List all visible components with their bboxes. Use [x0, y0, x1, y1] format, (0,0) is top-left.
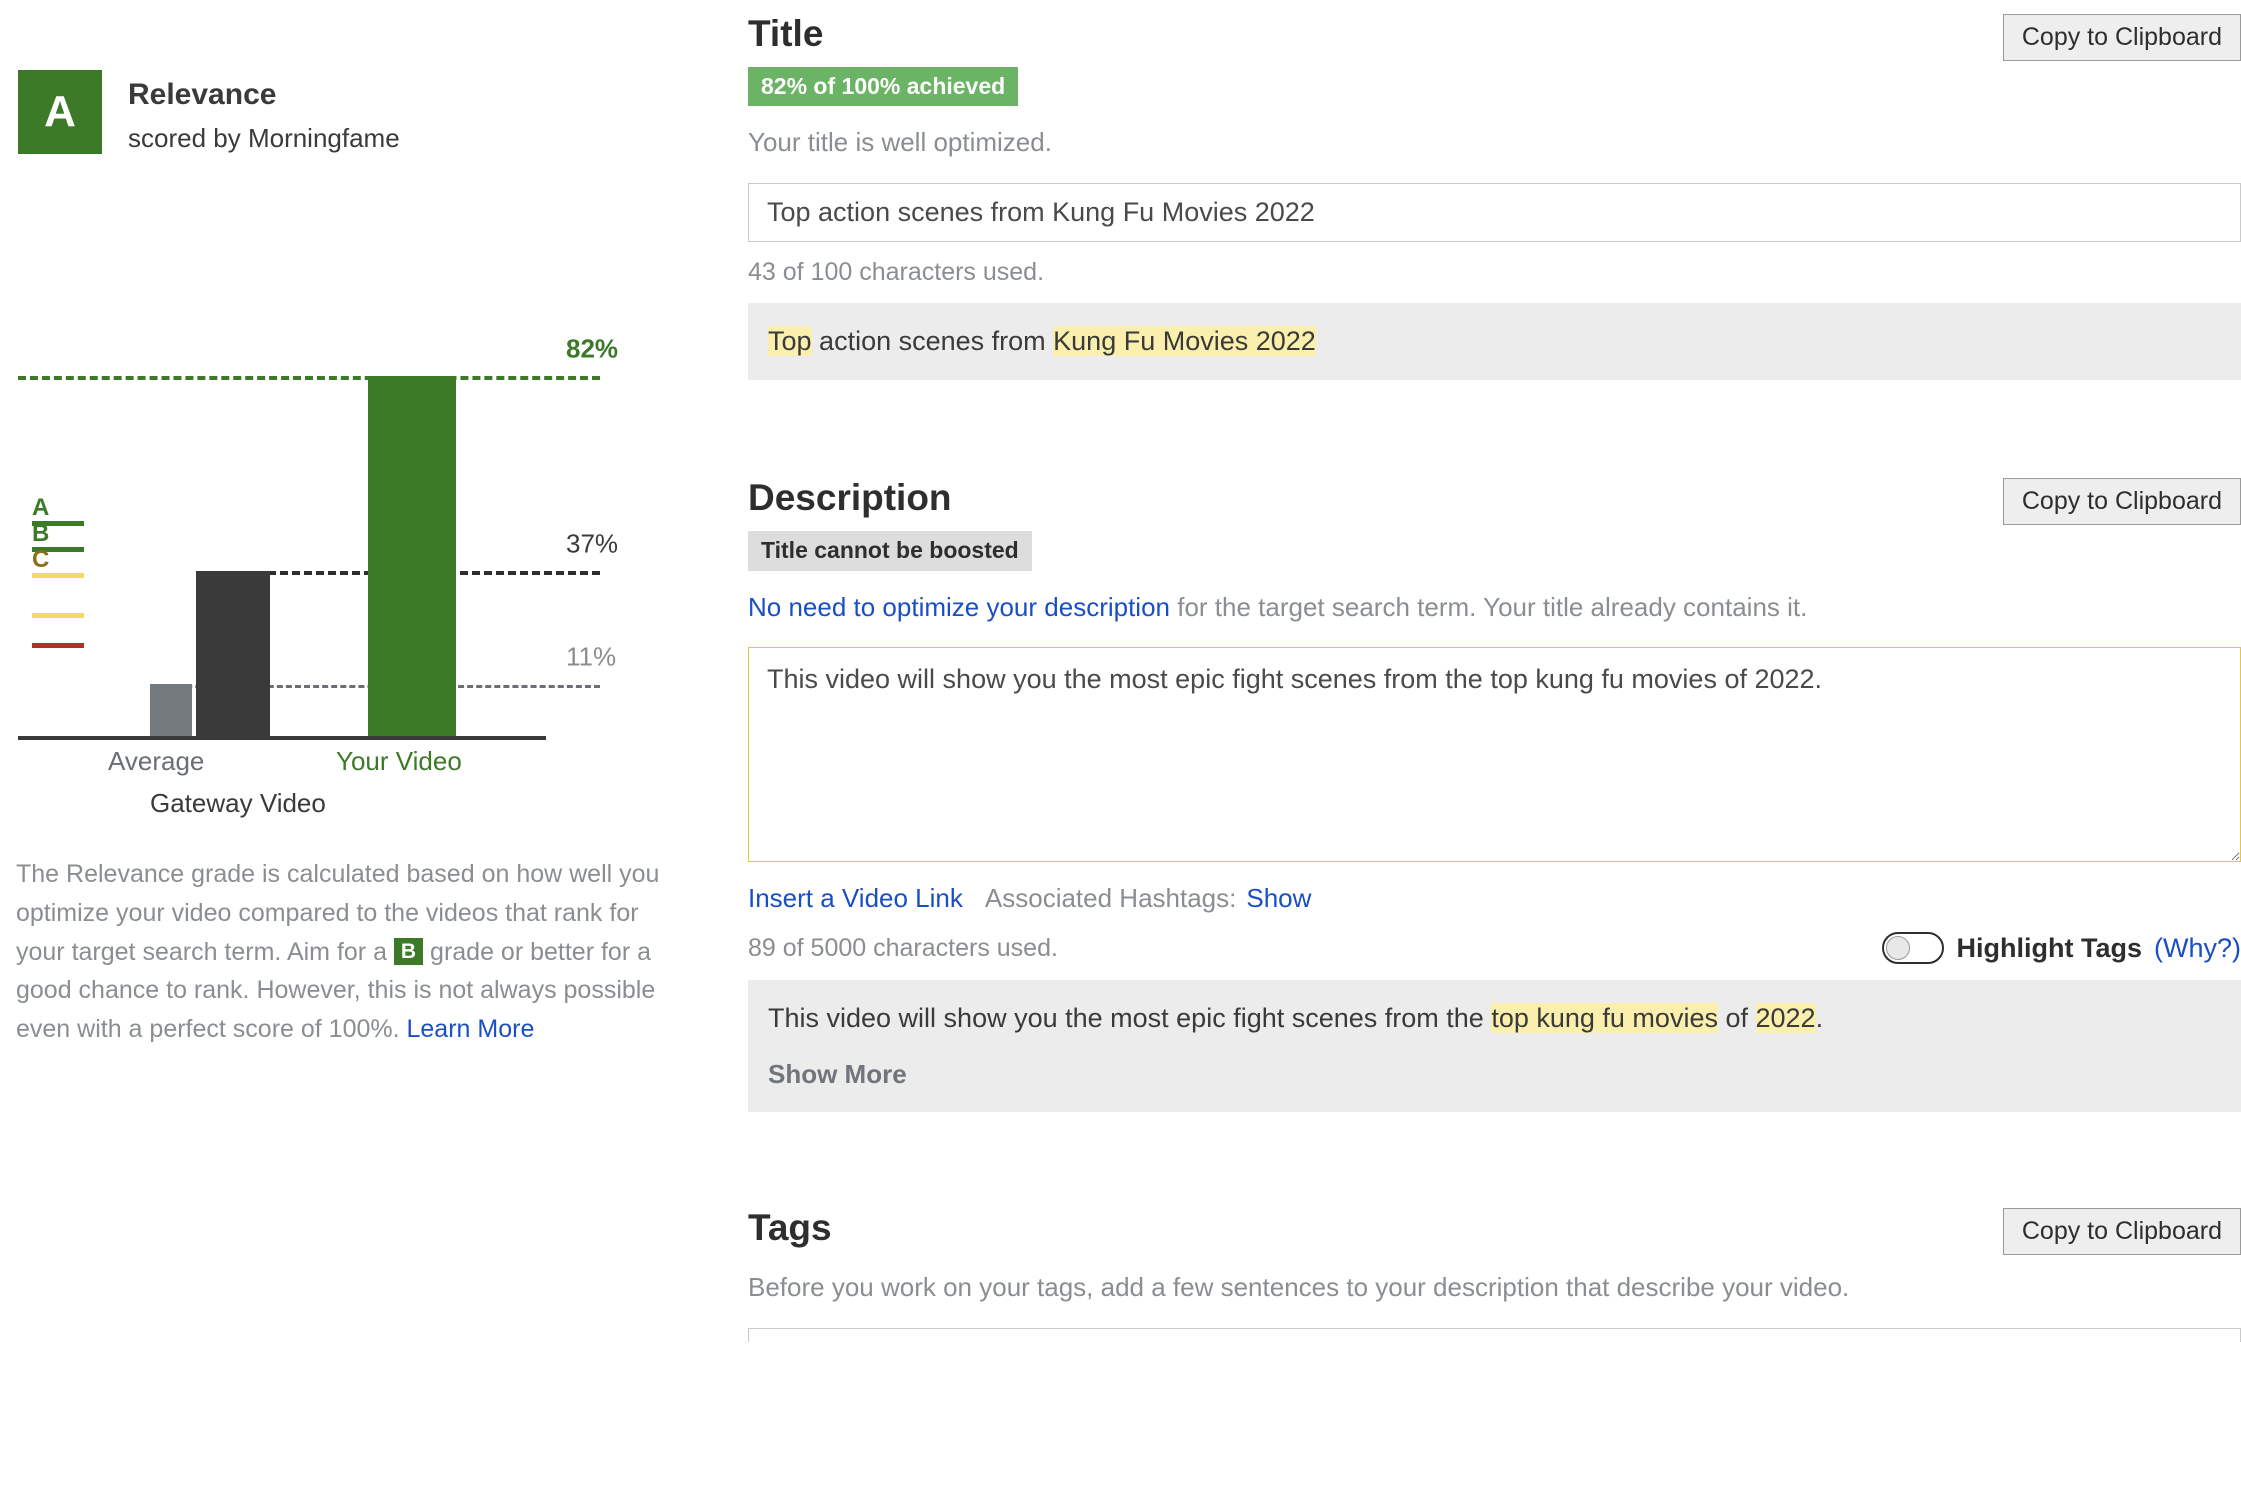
tags-section-heading: Tags	[748, 1207, 832, 1249]
grade-scale-letter: A	[32, 494, 50, 521]
optimize-description-link[interactable]: No need to optimize your description	[748, 592, 1170, 622]
copy-tags-to-clipboard-button[interactable]: Copy to Clipboard	[2002, 1208, 2241, 1256]
highlight-tags-label: Highlight Tags	[1956, 932, 2142, 963]
desc-preview-keyword-2: 2022	[1755, 1003, 1816, 1034]
inline-grade-badge: B	[393, 937, 424, 965]
description-boost-badge: Title cannot be boosted	[748, 531, 1032, 571]
highlight-tags-control: Highlight Tags (Why?)	[1882, 932, 2241, 965]
relevance-bar-chart: A B C 82% 37% 11% Average Your Video Gat…	[0, 300, 700, 818]
title-helper-text: Your title is well optimized.	[748, 127, 1052, 158]
paren-open: (	[2153, 932, 2163, 963]
description-count-toggle-row: 89 of 5000 characters used. Highlight Ta…	[748, 932, 2241, 965]
chart-plot-area: A B C 82% 37% 11%	[18, 300, 618, 740]
why-link[interactable]: Why?	[2163, 933, 2232, 963]
title-preview-text: action scenes from	[811, 325, 1054, 356]
description-preview: This video will show you the most epic f…	[748, 980, 2241, 1113]
grade-text: Relevance scored by Morningfame	[128, 70, 400, 155]
title-input[interactable]	[748, 182, 2241, 242]
chart-label-11: 11%	[566, 641, 617, 672]
desc-preview-text-2: of	[1717, 1003, 1756, 1034]
tags-input[interactable]	[748, 1327, 2241, 1342]
morningfame-video-optimizer: A Relevance scored by Morningfame A B C …	[0, 0, 2241, 1498]
description-section: Description Copy to Clipboard Title cann…	[748, 477, 2241, 1113]
title-input-wrap	[748, 182, 2241, 242]
grade-scale-row: C	[32, 548, 102, 578]
grade-header: A Relevance scored by Morningfame	[18, 70, 400, 155]
tags-section: Tags Copy to Clipboard Before you work o…	[748, 1207, 2241, 1342]
bar-gateway-video	[150, 684, 192, 736]
chart-x-axis	[18, 736, 546, 740]
description-char-count: 89 of 5000 characters used.	[748, 933, 1058, 962]
title-badge-wrap: 82% of 100% achieved	[748, 67, 2241, 107]
title-preview: Top action scenes from Kung Fu Movies 20…	[748, 302, 2241, 381]
description-textarea[interactable]	[748, 647, 2241, 863]
insert-video-link[interactable]: Insert a Video Link	[748, 883, 963, 914]
grade-scale-letter: C	[32, 546, 50, 573]
tags-helper-text: Before you work on your tags, add a few …	[748, 1272, 1850, 1303]
description-badge-wrap: Title cannot be boosted	[748, 531, 2241, 571]
title-section-heading: Title	[748, 13, 824, 54]
description-section-header: Description Copy to Clipboard	[748, 477, 2241, 526]
desc-preview-keyword-1: top kung fu movies	[1491, 1003, 1718, 1034]
learn-more-link[interactable]: Learn More	[407, 1015, 535, 1043]
chart-label-37: 37%	[566, 528, 619, 559]
grade-badge: A	[18, 70, 102, 154]
page-title: Relevance	[128, 78, 277, 111]
copy-description-to-clipboard-button[interactable]: Copy to Clipboard	[2002, 478, 2241, 526]
title-preview-keyword-2: Kung Fu Movies 2022	[1053, 325, 1316, 356]
grade-scale-row	[32, 618, 102, 648]
x-label-average: Average	[108, 746, 205, 776]
highlight-tags-toggle[interactable]	[1882, 932, 1945, 965]
show-hashtags-link[interactable]: Show	[1246, 883, 1311, 914]
description-helper-text: No need to optimize your description for…	[748, 589, 2241, 625]
description-helper-rest: for the target search term. Your title a…	[1170, 591, 1808, 622]
grade-scale: A B C	[32, 496, 102, 648]
grade-scale-rule	[32, 643, 84, 648]
optimizer-form: Title Copy to Clipboard 82% of 100% achi…	[748, 0, 2241, 1342]
grade-scale-row	[32, 578, 102, 618]
relevance-panel: A Relevance scored by Morningfame A B C …	[0, 0, 700, 1498]
tags-section-header: Tags Copy to Clipboard	[748, 1207, 2241, 1256]
title-char-count: 43 of 100 characters used.	[748, 257, 1045, 286]
x-label-your-video: Your Video	[336, 746, 462, 776]
desc-preview-text-1: This video will show you the most epic f…	[768, 1003, 1492, 1034]
title-section: Title Copy to Clipboard 82% of 100% achi…	[748, 13, 2241, 381]
reference-line-82	[18, 376, 600, 380]
grade-subtitle: scored by Morningfame	[128, 122, 400, 153]
title-preview-keyword-1: Top	[768, 325, 812, 356]
description-textarea-wrap	[748, 647, 2241, 867]
description-links-row: Insert a Video Link Associated Hashtags:…	[748, 883, 2241, 914]
chart-x-labels: Average Your Video Gateway Video	[18, 746, 546, 826]
bar-your-video	[368, 376, 456, 736]
why-wrap: (Why?)	[2154, 933, 2241, 964]
show-more-button[interactable]: Show More	[768, 1056, 2221, 1092]
bar-average	[196, 571, 270, 736]
toggle-knob-icon	[1886, 936, 1911, 961]
description-preview-line: This video will show you the most epic f…	[768, 1000, 2221, 1038]
x-label-gateway-video: Gateway Video	[150, 788, 326, 818]
paren-close: )	[2232, 932, 2241, 963]
relevance-explanation: The Relevance grade is calculated based …	[16, 855, 666, 1049]
desc-preview-text-3: .	[1815, 1003, 1824, 1034]
description-section-heading: Description	[748, 477, 952, 519]
chart-label-82: 82%	[566, 333, 619, 364]
grade-scale-letter: B	[32, 520, 50, 547]
title-score-badge: 82% of 100% achieved	[748, 67, 1019, 107]
title-section-header: Title Copy to Clipboard	[748, 13, 2241, 61]
copy-title-to-clipboard-button[interactable]: Copy to Clipboard	[2002, 14, 2241, 61]
associated-hashtags-label: Associated Hashtags:	[984, 883, 1237, 914]
